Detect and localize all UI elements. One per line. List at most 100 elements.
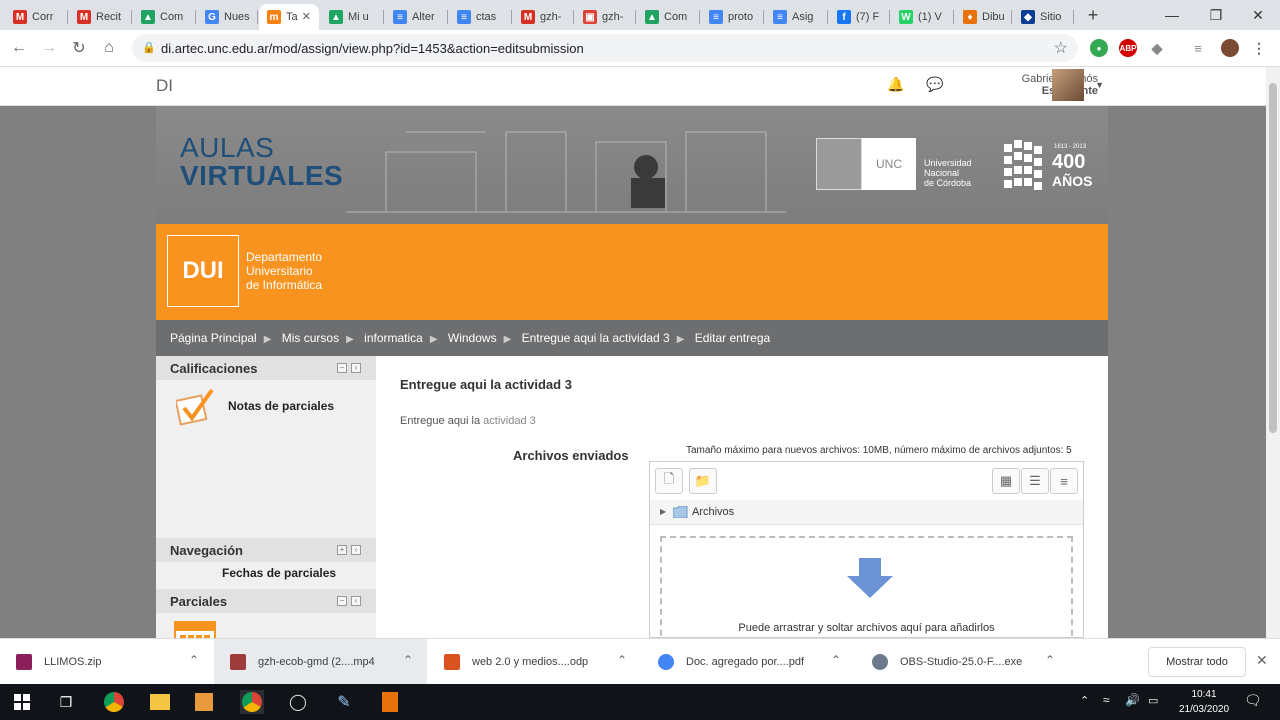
- chevron-down-icon[interactable]: ▼: [1095, 80, 1104, 90]
- browser-tab[interactable]: ▲ Mi u: [321, 4, 383, 30]
- browser-tab[interactable]: ≡ proto: [701, 4, 763, 30]
- add-file-icon[interactable]: 🗋: [655, 468, 683, 494]
- reading-list-icon[interactable]: ≡: [1189, 39, 1207, 57]
- browser-tab[interactable]: ◆ Sitio: [1013, 4, 1073, 30]
- extension-green-icon[interactable]: ●: [1090, 39, 1108, 57]
- show-all-downloads-button[interactable]: Mostrar todo: [1148, 647, 1246, 677]
- chevron-up-icon[interactable]: ⌃: [1045, 653, 1055, 667]
- browser-tab[interactable]: W (1) V: [891, 4, 953, 30]
- download-item[interactable]: LLIMOS.zip ⌃: [0, 639, 213, 685]
- folder-name[interactable]: Archivos: [692, 506, 734, 518]
- collapse-icon[interactable]: −: [337, 363, 347, 373]
- collapse-icon[interactable]: −: [337, 596, 347, 606]
- scrollbar-thumb[interactable]: [1269, 83, 1277, 433]
- browser-tab[interactable]: G Nues: [197, 4, 257, 30]
- download-item[interactable]: web 2.0 y medios....odp ⌃: [428, 639, 641, 685]
- minimize-button[interactable]: —: [1150, 0, 1194, 30]
- breadcrumb-item[interactable]: informatica: [364, 331, 423, 345]
- expand-arrow-icon[interactable]: ▶: [660, 507, 666, 516]
- media-player-icon[interactable]: [192, 690, 216, 714]
- view-tree-icon[interactable]: ≡: [1050, 468, 1078, 494]
- task-view-icon[interactable]: ❐: [54, 690, 78, 714]
- restore-button[interactable]: ❐: [1194, 0, 1238, 30]
- adblock-icon[interactable]: ABP: [1119, 39, 1137, 57]
- dock-icon[interactable]: ‹: [351, 596, 361, 606]
- file-explorer-icon[interactable]: [148, 690, 172, 714]
- site-brand[interactable]: DI: [156, 76, 173, 96]
- breadcrumb-item[interactable]: Mis cursos: [282, 331, 339, 345]
- browser-tab[interactable]: ▲ Com: [637, 4, 699, 30]
- notifications-icon[interactable]: 🔔: [887, 76, 904, 93]
- chrome-taskbar-icon[interactable]: [102, 690, 126, 714]
- close-tab-icon[interactable]: ✕: [302, 10, 311, 23]
- download-item[interactable]: OBS-Studio-25.0-F....exe ⌃: [856, 639, 1069, 685]
- menu-kebab-icon[interactable]: ⋮: [1250, 39, 1268, 57]
- fechas-de-parciales-link[interactable]: Fechas de parciales: [222, 566, 336, 580]
- expand-icon[interactable]: +: [337, 545, 347, 555]
- paint-app-icon[interactable]: ✎: [332, 690, 356, 714]
- browser-tab[interactable]: M Recit: [69, 4, 131, 30]
- chevron-up-icon[interactable]: ⌃: [403, 653, 413, 667]
- tray-expand-icon[interactable]: ⌃: [1080, 694, 1089, 707]
- obs-icon[interactable]: ◯: [286, 690, 310, 714]
- bookmark-star-icon[interactable]: ☆: [1054, 38, 1068, 58]
- reload-icon[interactable]: ↻: [67, 36, 91, 60]
- view-list-icon[interactable]: ☰: [1021, 468, 1049, 494]
- browser-tab[interactable]: f (7) F: [829, 4, 889, 30]
- browser-tab[interactable]: ▲ Com: [133, 4, 195, 30]
- google-icon: G: [205, 10, 219, 24]
- dock-icon[interactable]: ‹: [351, 363, 361, 373]
- view-icons-icon[interactable]: ▦: [992, 468, 1020, 494]
- new-tab-button[interactable]: +: [1082, 4, 1104, 26]
- address-bar[interactable]: 🔒 di.artec.unc.edu.ar/mod/assign/view.ph…: [132, 34, 1078, 62]
- drive-icon: ▲: [329, 10, 343, 24]
- close-window-button[interactable]: ✕: [1236, 0, 1280, 30]
- download-item[interactable]: gzh-ecob-gmd (2....mp4 ⌃: [214, 639, 427, 685]
- dock-icon[interactable]: ‹: [351, 545, 361, 555]
- breadcrumb-item[interactable]: Página Principal: [170, 331, 257, 345]
- windows-start-icon[interactable]: [10, 690, 34, 714]
- main-content: Entregue aqui la actividad 3 Entregue aq…: [376, 356, 1108, 638]
- download-item[interactable]: Doc. agregado por....pdf ⌃: [642, 639, 855, 685]
- actividad-link[interactable]: actividad 3: [483, 415, 536, 427]
- page-scrollbar[interactable]: [1266, 67, 1280, 638]
- chevron-up-icon[interactable]: ⌃: [617, 653, 627, 667]
- battery-icon[interactable]: ▭: [1148, 694, 1158, 707]
- activity-description: Entregue aqui la actividad 3: [400, 415, 536, 427]
- breadcrumb-item-current[interactable]: Editar entrega: [695, 331, 770, 345]
- drop-zone[interactable]: Puede arrastrar y soltar archivos aquí p…: [660, 536, 1073, 638]
- back-icon[interactable]: ←: [7, 36, 31, 60]
- browser-tab[interactable]: ≡ Asig: [765, 4, 827, 30]
- browser-tab[interactable]: ▣ gzh-: [575, 4, 635, 30]
- breadcrumb-item[interactable]: Entregue aqui la actividad 3: [522, 331, 670, 345]
- browser-tab[interactable]: ≡ Alter: [385, 4, 447, 30]
- home-icon[interactable]: ⌂: [97, 36, 121, 60]
- tab-separator: [827, 10, 828, 24]
- messages-icon[interactable]: 💬: [926, 76, 943, 93]
- chevron-up-icon[interactable]: ⌃: [189, 653, 199, 667]
- notifications-center-icon[interactable]: 🗨: [1244, 692, 1262, 709]
- browser-tab[interactable]: m Ta ✕: [259, 4, 319, 30]
- taskbar-clock[interactable]: 10:41 21/03/2020: [1166, 687, 1242, 717]
- breadcrumb-item[interactable]: Windows: [448, 331, 497, 345]
- dui-logo[interactable]: DUI: [167, 235, 239, 307]
- document-app-icon[interactable]: [378, 690, 402, 714]
- chrome-active-icon[interactable]: [240, 690, 264, 714]
- browser-tab[interactable]: ♦ Dibu: [955, 4, 1011, 30]
- dropbox-icon[interactable]: ◆: [1148, 39, 1166, 57]
- windows-taskbar: ❐ ◯ ✎ ⌃ ≈ 🔊 ▭ 10:41 21/03/2020 🗨: [0, 684, 1280, 720]
- browser-tab[interactable]: ≡ ctas: [449, 4, 511, 30]
- network-icon[interactable]: ≈: [1103, 693, 1110, 707]
- chevron-up-icon[interactable]: ⌃: [831, 653, 841, 667]
- volume-icon[interactable]: 🔊: [1125, 693, 1140, 707]
- profile-avatar[interactable]: [1221, 39, 1239, 57]
- browser-tab[interactable]: Mgzh-: [513, 4, 573, 30]
- user-avatar[interactable]: [1052, 69, 1084, 101]
- video-file-icon: [230, 654, 246, 670]
- browser-tab[interactable]: M Corr: [5, 4, 67, 30]
- close-icon[interactable]: ✕: [1256, 652, 1268, 669]
- browser-tab-label: Dibu: [982, 11, 1005, 23]
- forward-icon[interactable]: →: [37, 36, 61, 60]
- notas-de-parciales-link[interactable]: Notas de parciales: [228, 399, 334, 413]
- create-folder-icon[interactable]: 📁: [689, 468, 717, 494]
